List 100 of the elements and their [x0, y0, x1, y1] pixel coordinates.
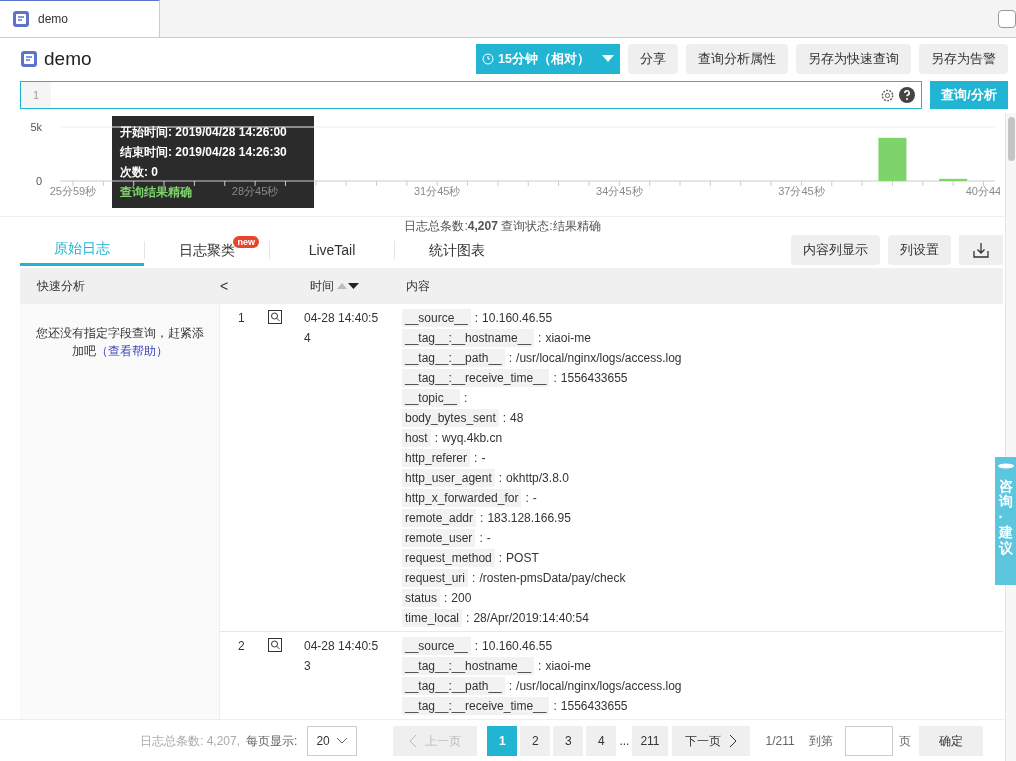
summary-text: 日志总条数:4,207 查询状态:结果精确 [404, 218, 601, 234]
help-link[interactable]: （查看帮助） [95, 344, 168, 358]
y-tick-label: 0 [35, 175, 42, 187]
field-separator: : [501, 410, 508, 427]
line-number: 1 [21, 82, 51, 108]
next-page-button[interactable]: 下一页 [671, 725, 750, 756]
toolbar-button[interactable]: 分享 [628, 44, 678, 74]
field-separator: : [443, 590, 449, 607]
search-icon[interactable] [268, 638, 282, 652]
field-separator: : [507, 678, 514, 695]
log-time: 04-28 14:40:54 [304, 310, 380, 347]
download-button[interactable] [959, 235, 1003, 265]
field-key: __tag__:__receive_time__ [402, 369, 550, 387]
field-value: 1556433655 [560, 698, 628, 715]
square-icon[interactable] [998, 10, 1016, 28]
page-button[interactable]: 211 [632, 725, 668, 756]
field-separator: : [473, 638, 480, 655]
y-tick-label: 5k [30, 121, 42, 133]
scrollbar-thumb[interactable] [1007, 117, 1015, 161]
field-value: POST [506, 550, 539, 567]
field-value: 200 [451, 590, 472, 607]
field-key: __tag__:__path__ [402, 349, 505, 367]
confirm-button[interactable]: 确定 [918, 725, 983, 756]
total-count: 日志总条数: 4,207, [140, 732, 241, 750]
toolbar-button[interactable]: 另存为告警 [919, 44, 1008, 74]
field-value: 28/Apr/2019:14:40:54 [473, 610, 589, 627]
field-separator: : [463, 390, 469, 407]
document-icon [12, 10, 30, 28]
field-value: 10.160.46.55 [482, 638, 553, 655]
page-indicator: 1/211 [765, 732, 795, 750]
view-button[interactable]: 内容列显示 [791, 235, 880, 265]
collapse-button[interactable]: < [220, 275, 262, 297]
field-key: http_user_agent [402, 469, 495, 487]
caret-icon [601, 55, 614, 63]
field-value: - [486, 530, 491, 547]
toolbar-button[interactable]: 另存为快速查询 [796, 44, 911, 74]
field-separator: : [552, 370, 558, 387]
help-icon[interactable] [899, 87, 915, 103]
field-separator: : [473, 450, 479, 467]
tooltip-status: 查询结果精确 [120, 184, 192, 201]
field-key: __tag__:__receive_time__ [402, 697, 550, 715]
field-value: 10.160.46.55 [482, 310, 553, 327]
page-button[interactable]: 3 [553, 725, 584, 756]
field-key: __tag__:__hostname__ [402, 329, 535, 347]
field-key: time_local [402, 609, 463, 627]
field-value: wyq.4kb.cn [442, 430, 503, 447]
field-key: request_uri [402, 569, 469, 587]
field-value: 48 [510, 410, 524, 427]
field-value: /usr/local/nginx/logs/access.log [516, 678, 682, 695]
search-icon[interactable] [268, 310, 282, 324]
settings-icon[interactable] [880, 87, 895, 103]
field-value: - [532, 490, 537, 507]
x-tick-label: 25分59秒 [49, 185, 97, 197]
chevron-left-icon [409, 733, 418, 748]
toolbar-button[interactable]: 查询分析属性 [686, 44, 788, 74]
field-value: xiaoi-me [545, 330, 591, 347]
page-size-label: 每页显示: [246, 732, 298, 750]
field-separator: : [465, 610, 471, 627]
new-badge: new [233, 236, 259, 248]
view-tab[interactable]: LiveTail [270, 234, 394, 266]
field-separator: : [479, 510, 485, 527]
log-time: 04-28 14:40:53 [304, 638, 380, 675]
view-button[interactable]: 列设置 [888, 235, 951, 265]
field-key: http_referer [402, 449, 471, 467]
field-key: remote_addr [402, 509, 477, 527]
goto-page-input[interactable] [844, 725, 893, 756]
field-value: xiaoi-me [545, 658, 591, 675]
field-separator: : [537, 658, 543, 675]
goto-label: 到第 [808, 732, 833, 750]
time-column-header[interactable]: 时间 [310, 277, 406, 295]
field-separator: : [471, 570, 477, 587]
document-tab[interactable]: demo [0, 0, 160, 37]
page-button[interactable]: 2 [520, 725, 551, 756]
x-tick-label: 28分45秒 [231, 185, 279, 197]
field-separator: : [524, 490, 530, 507]
field-value: 183.128.166.95 [487, 510, 571, 527]
page-ellipsis: ... [619, 732, 630, 750]
field-key: __source__ [402, 637, 471, 655]
page-button[interactable]: 4 [586, 725, 617, 756]
page-size-select[interactable]: 20 [307, 725, 358, 756]
tooltip-line: 次数: 0 [120, 164, 159, 181]
field-key: remote_user [402, 529, 476, 547]
x-tick-label: 34分45秒 [596, 185, 643, 197]
x-tick-label: 31分45秒 [413, 185, 461, 197]
field-separator: : [433, 430, 440, 447]
field-value: - [481, 450, 486, 467]
feedback-label: 咨询·建议 [998, 479, 1013, 556]
field-separator: : [478, 530, 484, 547]
x-tick-label: 37分45秒 [778, 185, 825, 197]
field-value: 1556433655 [560, 370, 628, 387]
field-key: __source__ [402, 309, 471, 327]
field-key: host [402, 429, 431, 447]
view-tab[interactable]: 统计图表 [395, 234, 519, 266]
field-value: okhttp/3.8.0 [506, 470, 569, 487]
chat-icon [997, 463, 1014, 469]
column-header: 内容 [406, 278, 430, 295]
tooltip-line: 结束时间: 2019/04/28 14:26:30 [120, 144, 288, 161]
field-key: status [402, 589, 440, 607]
field-separator: : [537, 330, 543, 347]
field-separator: : [497, 550, 504, 567]
